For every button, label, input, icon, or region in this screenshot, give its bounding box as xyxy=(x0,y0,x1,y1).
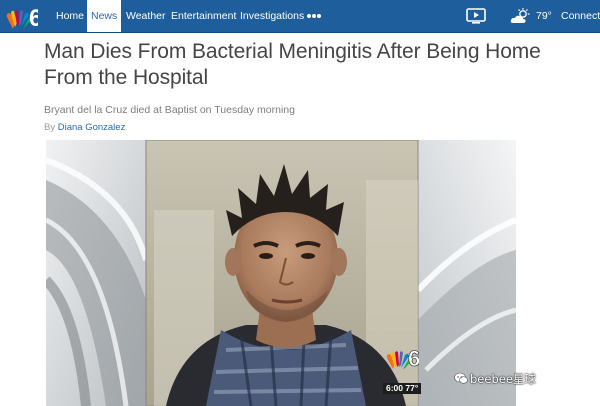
more-dots-icon[interactable] xyxy=(307,14,321,19)
wechat-bubble-icon xyxy=(454,372,468,384)
nav-entertainment[interactable]: Entertainment xyxy=(171,0,236,32)
top-nav-bar: 6 Home News Weather Entertainment Invest… xyxy=(0,0,600,33)
news-still-image xyxy=(46,140,516,406)
byline: By Diana Gonzalez xyxy=(44,122,125,133)
author-link[interactable]: Diana Gonzalez xyxy=(58,122,126,133)
nbc6-logo[interactable]: 6 xyxy=(4,1,38,31)
nav-weather[interactable]: Weather xyxy=(126,0,166,32)
partly-cloudy-icon[interactable] xyxy=(510,8,532,24)
tv-play-icon[interactable] xyxy=(466,8,486,24)
byline-prefix: By xyxy=(44,122,56,133)
article-subhead: Bryant del la Cruz died at Baptist on Tu… xyxy=(44,104,295,116)
nav-news[interactable]: News xyxy=(87,0,122,32)
watermark: beebee星球 xyxy=(454,371,536,387)
watermark-text: beebee星球 xyxy=(470,372,536,386)
svg-text:6: 6 xyxy=(408,346,419,371)
nbc6-bug-logo: 6 xyxy=(386,346,419,371)
time-temp-bug: 6:00 77° xyxy=(383,383,422,394)
connect-link[interactable]: Connect xyxy=(561,0,600,32)
nav-investigations[interactable]: Investigations xyxy=(240,0,304,32)
svg-text:6: 6 xyxy=(29,5,38,31)
article-headline: Man Dies From Bacterial Meningitis After… xyxy=(44,40,541,89)
temperature[interactable]: 79° xyxy=(536,0,552,32)
article-photo[interactable]: 6 6:00 77° xyxy=(46,140,516,406)
nav-home[interactable]: Home xyxy=(56,0,84,32)
